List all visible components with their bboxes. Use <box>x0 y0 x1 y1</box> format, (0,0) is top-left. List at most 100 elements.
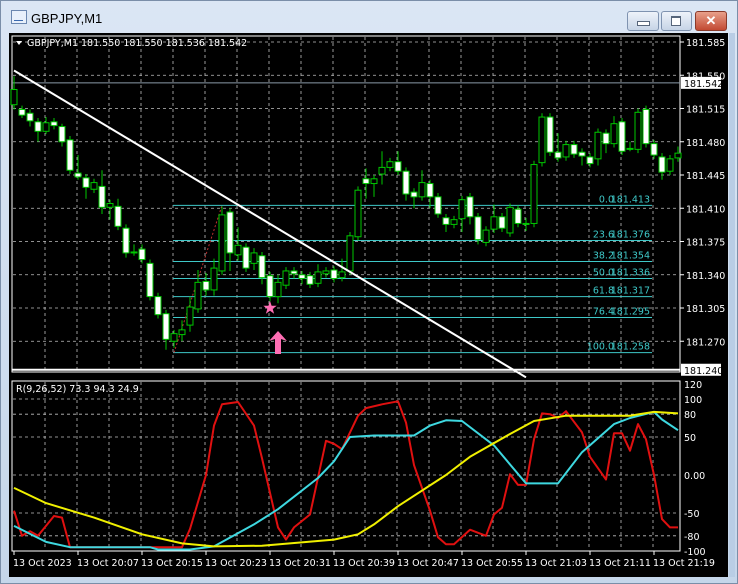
candle <box>34 118 42 142</box>
candle <box>642 105 650 148</box>
candle-body <box>90 182 98 190</box>
candle-body <box>650 143 658 156</box>
fibonacci-price-label: 181.295 <box>611 307 650 318</box>
price-chart[interactable]: 181.585181.550181.515181.480181.445181.4… <box>0 0 738 584</box>
candle-body <box>218 214 226 272</box>
candle <box>210 258 218 296</box>
candle <box>178 320 186 342</box>
fibonacci-level-label: 50.0 <box>593 268 614 279</box>
indicator-axis-label: 80 <box>684 410 696 421</box>
candle-body <box>434 196 442 215</box>
candle-body <box>474 216 482 241</box>
candle <box>458 195 466 232</box>
candle <box>154 292 162 319</box>
candle-body <box>242 246 250 269</box>
candle-body <box>298 274 306 280</box>
candle-body <box>378 166 386 175</box>
candle <box>482 226 490 247</box>
candle <box>586 153 594 168</box>
candle-body <box>546 116 554 153</box>
fibonacci-level-label: 0.0 <box>599 194 614 205</box>
candle-body <box>266 275 274 298</box>
fibonacci-price-label: 181.258 <box>611 342 650 353</box>
candle-body <box>82 177 90 188</box>
time-axis-label: 13 Oct 20:31 <box>269 558 331 569</box>
candle <box>18 105 26 118</box>
candle <box>234 227 242 261</box>
candle-body <box>178 329 186 336</box>
candle-body <box>466 196 474 218</box>
candle <box>514 205 522 228</box>
candle-body <box>482 229 490 243</box>
time-axis-label: 13 Oct 20:47 <box>397 558 459 569</box>
price-axis-label: 181.340 <box>686 271 725 282</box>
candle <box>538 113 546 167</box>
chart-header: GBPJPY,M1 181.550 181.550 181.536 181.54… <box>27 38 247 49</box>
candle <box>250 248 258 270</box>
candle-body <box>450 219 458 225</box>
candle <box>466 193 474 225</box>
candle-body <box>394 161 402 172</box>
candle <box>450 215 458 229</box>
candle <box>106 199 114 220</box>
candle-body <box>674 152 682 159</box>
candle <box>370 175 378 197</box>
candle <box>282 267 290 289</box>
candle <box>202 272 210 296</box>
candle <box>658 153 666 180</box>
candle-body <box>626 147 634 150</box>
candle <box>90 178 98 194</box>
candle <box>442 213 450 232</box>
candle-body <box>386 161 394 168</box>
candle <box>490 204 498 233</box>
candle-body <box>362 178 370 185</box>
candle <box>570 140 578 158</box>
candle <box>314 264 322 288</box>
fibonacci-level-label: 76.4 <box>593 307 614 318</box>
candle-body <box>506 206 514 234</box>
candle <box>258 251 266 285</box>
candle <box>42 117 50 135</box>
fibonacci-level-label: 100.0 <box>587 342 614 353</box>
time-axis-label: 13 Oct 20:07 <box>77 558 139 569</box>
candle <box>170 329 178 348</box>
candle <box>618 118 626 156</box>
indicator-axis-label: 0.00 <box>684 471 705 482</box>
indicator-axis-label: -80 <box>684 532 700 543</box>
candle <box>562 140 570 161</box>
candle <box>626 141 634 152</box>
candle <box>58 123 66 147</box>
candle-body <box>554 151 562 159</box>
candle <box>330 266 338 283</box>
candle <box>26 109 34 127</box>
candle <box>50 118 58 130</box>
candle-body <box>586 156 594 165</box>
price-axis-label: 181.270 <box>686 337 725 348</box>
candle-body <box>642 108 650 145</box>
time-axis-label: 13 Oct 21:19 <box>653 558 715 569</box>
candle-body <box>498 216 506 229</box>
candle-body <box>346 235 354 272</box>
candle-body <box>562 144 570 158</box>
candle-body <box>282 270 290 286</box>
indicator-series-line <box>13 410 679 548</box>
indicator-axis-label: -100 <box>684 547 706 558</box>
time-axis-label: 13 Oct 20:15 <box>141 558 203 569</box>
candle <box>322 267 330 278</box>
candle <box>498 213 506 232</box>
candle-body <box>410 191 418 198</box>
candle <box>130 244 138 256</box>
candle-body <box>658 156 666 173</box>
candle <box>362 168 370 199</box>
candle <box>594 128 602 166</box>
candle-body <box>306 275 314 285</box>
candle <box>418 170 426 201</box>
candle-body <box>154 296 162 316</box>
candle <box>74 155 82 180</box>
candle <box>290 267 298 279</box>
candle <box>506 203 514 237</box>
candle-body <box>202 280 210 291</box>
candle <box>146 259 154 301</box>
candle <box>186 296 194 332</box>
candle-body <box>594 131 602 160</box>
